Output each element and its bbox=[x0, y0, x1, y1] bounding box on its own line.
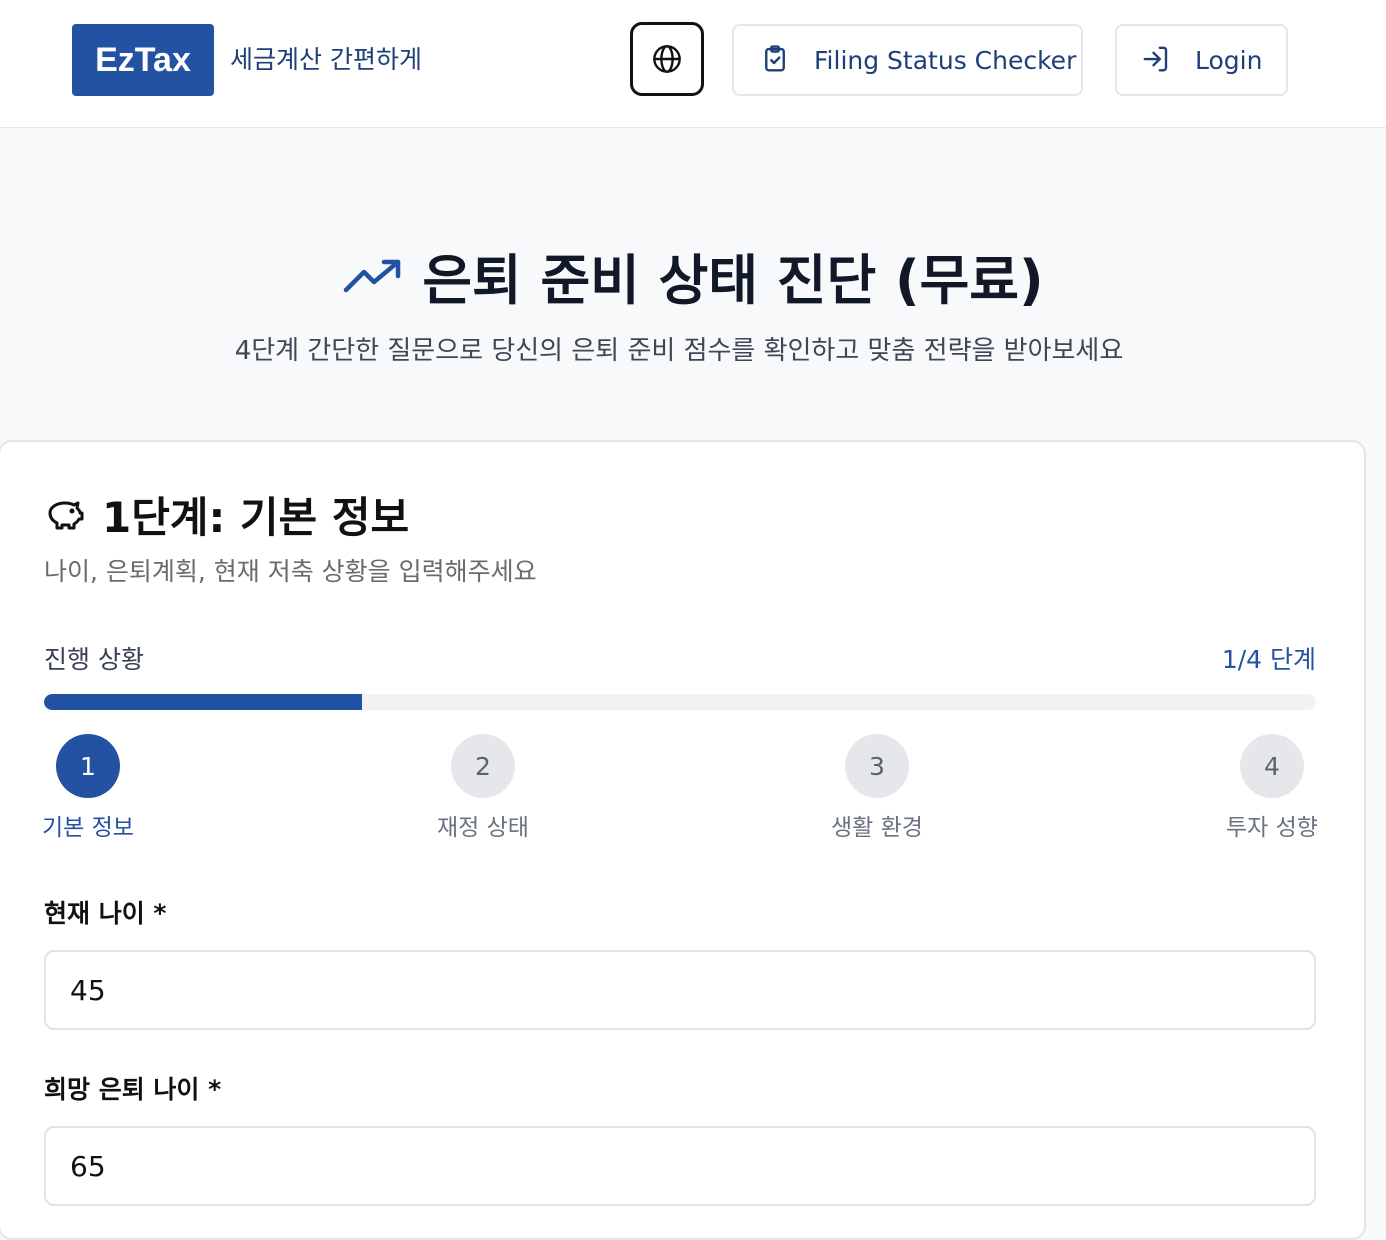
globe-icon bbox=[653, 45, 681, 73]
trending-up-icon bbox=[342, 256, 404, 296]
progress-count: 1/4 단계 bbox=[1221, 645, 1316, 674]
login-button[interactable]: Login bbox=[1115, 24, 1288, 96]
current-age-input[interactable] bbox=[44, 950, 1316, 1030]
filing-status-checker-label: Filing Status Checker bbox=[814, 45, 1077, 75]
login-icon bbox=[1141, 44, 1173, 76]
page-title: 은퇴 준비 상태 진단 (무료) bbox=[0, 236, 1386, 315]
step-indicator-4[interactable]: 4 투자 성향 bbox=[1192, 734, 1352, 842]
page-subtitle: 4단계 간단한 질문으로 당신의 은퇴 준비 점수를 확인하고 맞춤 전략을 받… bbox=[234, 336, 1124, 366]
piggy-bank-icon bbox=[44, 497, 84, 533]
step-indicator-1[interactable]: 1 기본 정보 bbox=[8, 734, 168, 842]
step-indicator-3[interactable]: 3 생활 환경 bbox=[797, 734, 957, 842]
step-title-text: 1단계: 기본 정보 bbox=[102, 493, 410, 542]
step-number: 4 bbox=[1240, 734, 1304, 798]
retirement-age-input[interactable] bbox=[44, 1126, 1316, 1206]
step-number: 3 bbox=[845, 734, 909, 798]
page-title-text: 은퇴 준비 상태 진단 (무료) bbox=[422, 249, 1044, 312]
step-label: 재정 상태 bbox=[437, 815, 529, 841]
progress-bar-fill bbox=[44, 694, 362, 710]
retirement-age-label: 희망 은퇴 나이 * bbox=[44, 1075, 222, 1104]
step-title: 1단계: 기본 정보 bbox=[44, 484, 409, 545]
step-label: 투자 성향 bbox=[1226, 815, 1318, 841]
logo-tagline: 세금계산 간편하게 bbox=[230, 45, 422, 74]
current-age-label: 현재 나이 * bbox=[44, 899, 167, 928]
progress-bar bbox=[44, 694, 1316, 710]
eztax-logo[interactable]: EzTax bbox=[72, 24, 214, 96]
step-label: 기본 정보 bbox=[42, 815, 134, 841]
step-number: 2 bbox=[451, 734, 515, 798]
step-number: 1 bbox=[56, 734, 120, 798]
step-indicator-2[interactable]: 2 재정 상태 bbox=[403, 734, 563, 842]
clipboard-check-icon bbox=[760, 44, 792, 76]
step-description: 나이, 은퇴계획, 현재 저축 상황을 입력해주세요 bbox=[44, 557, 537, 586]
login-label: Login bbox=[1195, 45, 1263, 75]
progress-label: 진행 상황 bbox=[44, 645, 144, 674]
step-label: 생활 환경 bbox=[831, 815, 923, 841]
language-button[interactable] bbox=[630, 22, 704, 96]
filing-status-checker-button[interactable]: Filing Status Checker bbox=[732, 24, 1083, 96]
top-header: EzTax 세금계산 간편하게 Filing Status Checker Lo… bbox=[0, 0, 1386, 128]
